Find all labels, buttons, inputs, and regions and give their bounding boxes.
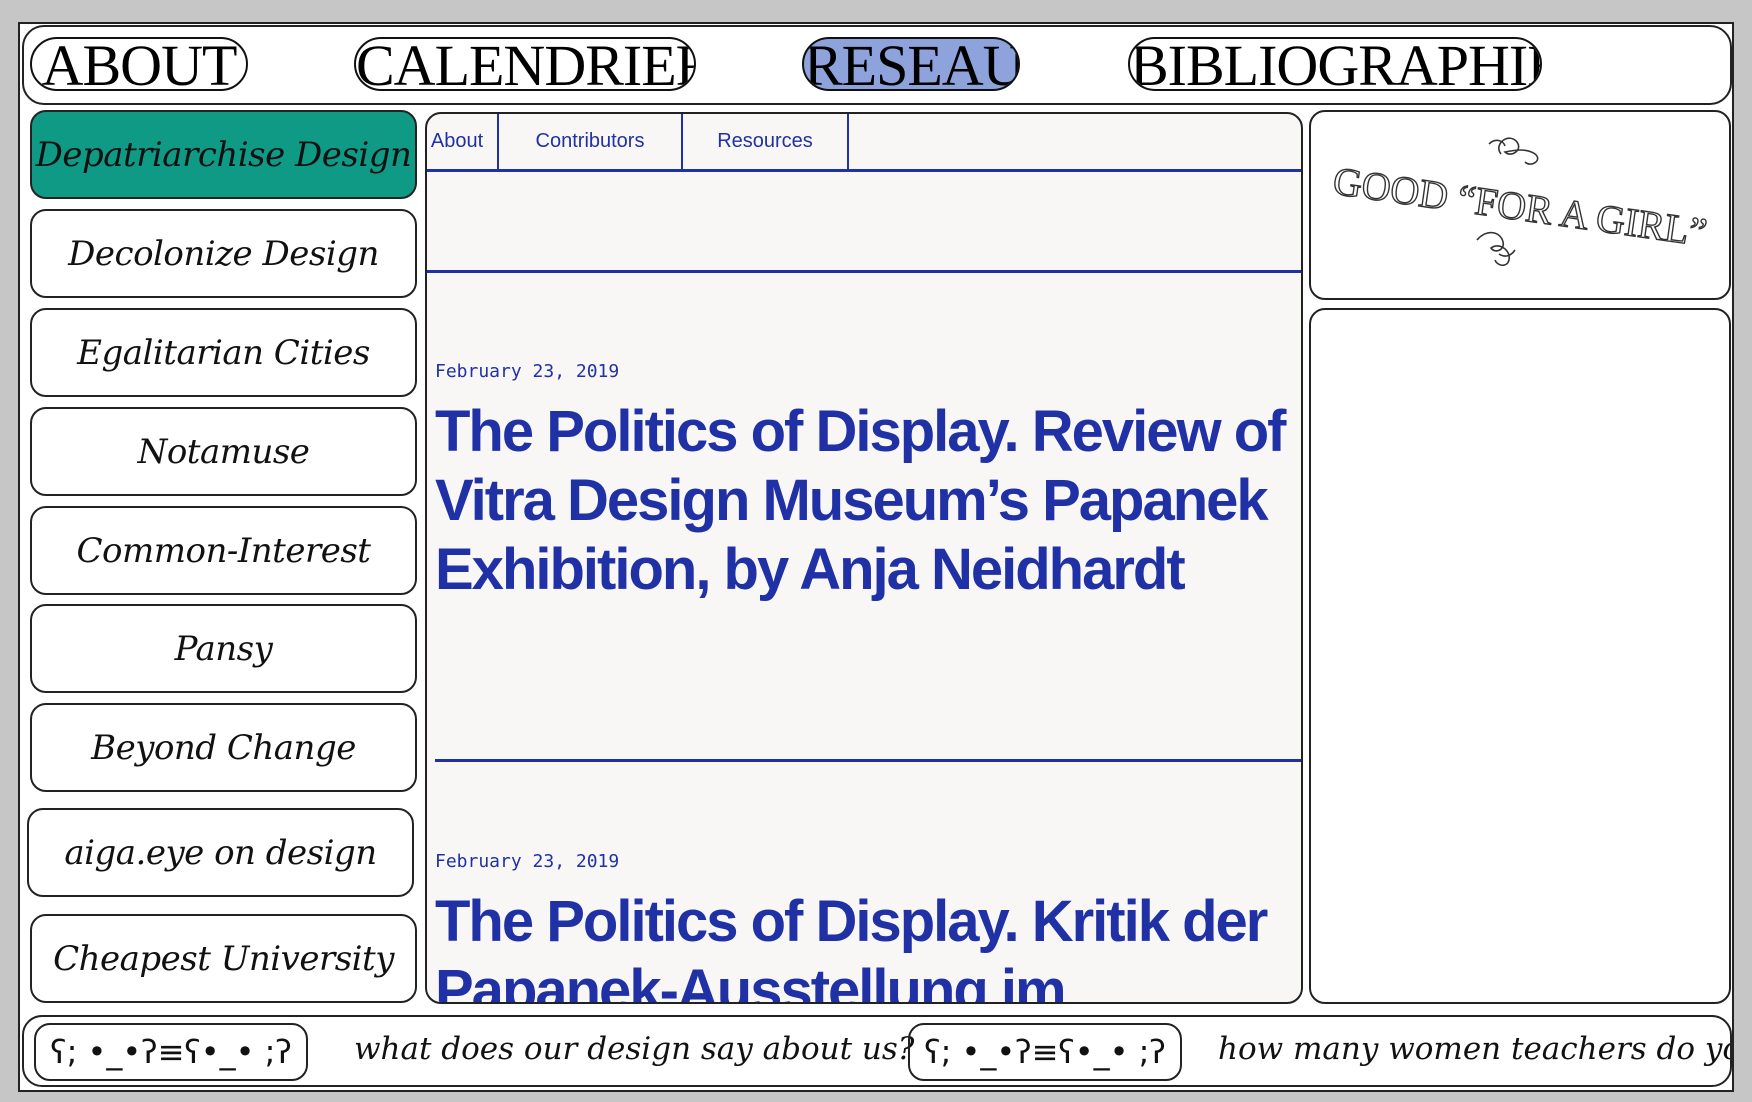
sticker-text: GOOD “FOR A GIRL” xyxy=(1330,158,1709,255)
tab-contributors[interactable]: Contributors xyxy=(499,114,683,169)
empty-panel xyxy=(1309,308,1731,1004)
nav-calendrier[interactable]: CALENDRIER xyxy=(354,37,696,91)
divider xyxy=(435,759,1301,762)
embed-tab-bar: About Contributors Resources xyxy=(427,114,1301,172)
good-for-a-girl-sticker: GOOD “FOR A GIRL” xyxy=(1330,137,1710,267)
divider xyxy=(427,270,1301,273)
sidebar-item-pansy[interactable]: Pansy xyxy=(30,604,417,693)
sidebar-item-common-interest[interactable]: Common-Interest xyxy=(30,506,417,595)
marquee-question: how many women teachers do you xyxy=(1218,1031,1732,1067)
nav-reseau[interactable]: RESEAU xyxy=(802,37,1020,91)
tab-about[interactable]: About xyxy=(427,114,499,169)
post-date: February 23, 2019 xyxy=(435,851,620,872)
post-title[interactable]: The Politics of Display. Kritik der Papa… xyxy=(435,887,1295,1002)
bottom-marquee: ʕ; •_•ʔ≡ʕ•_• ;ʔ what does our design say… xyxy=(22,1015,1732,1087)
sidebar-item-notamuse[interactable]: Notamuse xyxy=(30,407,417,496)
embedded-site-panel[interactable]: About Contributors Resources February 23… xyxy=(425,112,1303,1004)
sidebar-item-beyond-change[interactable]: Beyond Change xyxy=(30,703,417,792)
sidebar-item-depatriarchise-design[interactable]: Depatriarchise Design xyxy=(30,110,417,199)
sidebar-item-decolonize-design[interactable]: Decolonize Design xyxy=(30,209,417,298)
post-date: February 23, 2019 xyxy=(435,361,620,382)
sidebar-item-egalitarian-cities[interactable]: Egalitarian Cities xyxy=(30,308,417,397)
sidebar-item-aiga-eye-on-design[interactable]: aiga.eye on design xyxy=(27,808,414,897)
sticker-panel: GOOD “FOR A GIRL” xyxy=(1309,110,1731,300)
marquee-question: what does our design say about us? xyxy=(354,1031,915,1067)
nav-about[interactable]: ABOUT xyxy=(30,37,248,91)
kaomoji-badge: ʕ; •_•ʔ≡ʕ•_• ;ʔ xyxy=(34,1023,308,1081)
nav-bibliographie[interactable]: BIBLIOGRAPHIE xyxy=(1128,37,1542,91)
top-navigation: ABOUT CALENDRIER RESEAU BIBLIOGRAPHIE xyxy=(22,25,1732,105)
kaomoji-badge: ʕ; •_•ʔ≡ʕ•_• ;ʔ xyxy=(908,1023,1182,1081)
tab-resources[interactable]: Resources xyxy=(683,114,849,169)
sidebar-item-cheapest-university[interactable]: Cheapest University xyxy=(30,914,417,1003)
post-title[interactable]: The Politics of Display. Review of Vitra… xyxy=(435,397,1295,604)
